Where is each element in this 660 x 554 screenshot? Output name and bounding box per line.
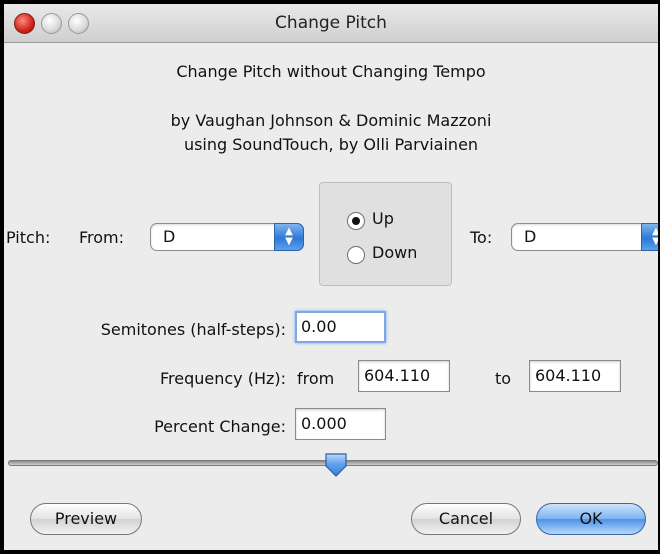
stepper-arrows-icon: ▲ ▼ [274, 223, 304, 251]
up-radio[interactable] [347, 212, 365, 230]
pitch-from-value: D [163, 227, 176, 246]
stepper-arrows-icon: ▲ ▼ [641, 223, 658, 251]
slider-thumb[interactable] [323, 452, 349, 478]
semitones-label: Semitones (half-steps): [100, 320, 286, 339]
frequency-to-field[interactable]: 604.110 [529, 360, 621, 392]
preview-button[interactable]: Preview [30, 503, 142, 535]
change-pitch-dialog: Change Pitch Change Pitch without Changi… [4, 4, 658, 550]
title-bar[interactable]: Change Pitch [4, 4, 658, 43]
pitch-from-select[interactable]: D ▲ ▼ [150, 223, 304, 251]
ok-button[interactable]: OK [536, 503, 646, 535]
direction-group: Up Down [319, 182, 452, 286]
percent-change-label: Percent Change: [154, 417, 286, 436]
dialog-heading: Change Pitch without Changing Tempo [176, 62, 486, 81]
pitch-to-value: D [524, 227, 537, 246]
frequency-label: Frequency (Hz): [159, 369, 286, 388]
cancel-button[interactable]: Cancel [411, 503, 521, 535]
pitch-label: Pitch: [6, 228, 51, 247]
frequency-to-label: to [495, 369, 512, 388]
frequency-from-field[interactable]: 604.110 [358, 360, 450, 392]
frequency-from-label: from [297, 369, 335, 388]
credits-line-1: by Vaughan Johnson & Dominic Mazzoni [170, 111, 492, 130]
percent-change-field[interactable]: 0.000 [295, 408, 386, 440]
pitch-to-select[interactable]: D ▲ ▼ [511, 223, 658, 251]
pitch-to-label: To: [470, 228, 493, 247]
window-title: Change Pitch [275, 13, 387, 33]
down-radio[interactable] [347, 246, 365, 264]
credits-line-2: using SoundTouch, by Olli Parviainen [183, 135, 479, 154]
down-radio-label[interactable]: Down [372, 243, 417, 262]
pitch-from-label: From: [79, 228, 125, 247]
semitones-field[interactable]: 0.00 [295, 311, 386, 343]
up-radio-label[interactable]: Up [372, 209, 394, 228]
